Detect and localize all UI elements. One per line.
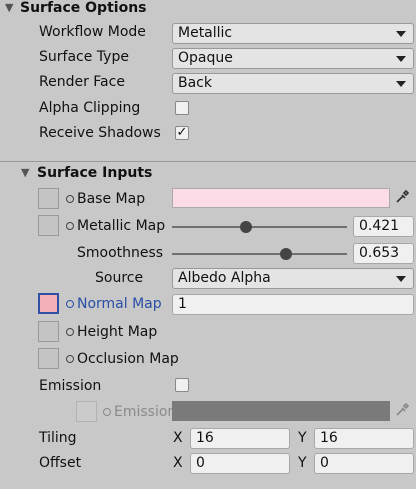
eyedropper-icon[interactable] xyxy=(394,189,410,209)
occlusion-map-texture-slot[interactable] xyxy=(38,348,59,369)
tiling-y-label: Y xyxy=(298,430,307,446)
chevron-down-icon xyxy=(396,31,406,37)
surface-options-header[interactable]: Surface Options xyxy=(20,0,147,16)
emission-map-texture-slot xyxy=(76,401,97,422)
metallic-slider-thumb[interactable] xyxy=(239,221,252,233)
emission-color-field xyxy=(172,401,390,421)
base-map-label: Base Map xyxy=(77,191,146,207)
texture-picker-icon[interactable] xyxy=(66,300,74,308)
checkmark-icon: ✓ xyxy=(176,125,188,140)
height-map-label: Height Map xyxy=(77,324,158,340)
workflow-mode-label: Workflow Mode xyxy=(39,24,146,40)
chevron-down-icon xyxy=(396,56,406,62)
texture-picker-icon[interactable] xyxy=(66,328,74,336)
surface-options-foldout-icon[interactable]: ▼ xyxy=(5,1,13,14)
alpha-clipping-checkbox[interactable] xyxy=(175,101,189,115)
render-face-dropdown[interactable]: Back xyxy=(172,73,414,94)
surface-inputs-foldout-icon[interactable]: ▼ xyxy=(21,166,29,179)
surface-inputs-header[interactable]: Surface Inputs xyxy=(37,165,152,181)
render-face-value: Back xyxy=(178,75,212,91)
tiling-label: Tiling xyxy=(39,430,77,446)
tiling-y-field[interactable]: 16 xyxy=(314,428,414,449)
eyedropper-icon xyxy=(394,402,410,422)
offset-x-label: X xyxy=(173,455,183,471)
normal-map-texture-slot[interactable] xyxy=(38,293,59,314)
receive-shadows-checkbox[interactable]: ✓ xyxy=(175,126,189,140)
offset-y-field[interactable]: 0 xyxy=(314,453,414,474)
metallic-value-field[interactable]: 0.421 xyxy=(353,216,414,237)
offset-label: Offset xyxy=(39,455,82,471)
render-face-label: Render Face xyxy=(39,74,125,90)
emission-checkbox[interactable] xyxy=(175,378,189,392)
smoothness-label: Smoothness xyxy=(77,245,164,261)
occlusion-map-label: Occlusion Map xyxy=(77,351,179,367)
surface-type-label: Surface Type xyxy=(39,49,129,65)
texture-picker-icon[interactable] xyxy=(66,355,74,363)
surface-type-value: Opaque xyxy=(178,50,233,66)
surface-type-dropdown[interactable]: Opaque xyxy=(172,48,414,69)
normal-map-label: Normal Map xyxy=(77,296,162,312)
tiling-x-label: X xyxy=(173,430,183,446)
offset-x-field[interactable]: 0 xyxy=(190,453,290,474)
receive-shadows-label: Receive Shadows xyxy=(39,125,161,141)
emission-map-label: Emission Map xyxy=(114,404,172,420)
metallic-map-texture-slot[interactable] xyxy=(38,215,59,236)
tiling-x-field[interactable]: 16 xyxy=(190,428,290,449)
smoothness-slider-track[interactable] xyxy=(172,253,347,255)
base-map-color-field[interactable] xyxy=(172,188,390,208)
normal-map-scale-field[interactable]: 1 xyxy=(172,294,414,315)
workflow-mode-dropdown[interactable]: Metallic xyxy=(172,23,414,44)
texture-picker-icon xyxy=(103,408,111,416)
base-map-texture-slot[interactable] xyxy=(38,188,59,209)
source-dropdown[interactable]: Albedo Alpha xyxy=(172,268,414,289)
height-map-texture-slot[interactable] xyxy=(38,321,59,342)
source-value: Albedo Alpha xyxy=(178,270,271,286)
offset-y-label: Y xyxy=(298,455,307,471)
alpha-clipping-label: Alpha Clipping xyxy=(39,100,141,116)
metallic-map-label: Metallic Map xyxy=(77,218,166,234)
texture-picker-icon[interactable] xyxy=(66,195,74,203)
metallic-slider-track[interactable] xyxy=(172,226,347,228)
texture-picker-icon[interactable] xyxy=(66,222,74,230)
source-label: Source xyxy=(95,270,144,286)
section-divider xyxy=(0,161,416,162)
workflow-mode-value: Metallic xyxy=(178,25,233,41)
smoothness-value-field[interactable]: 0.653 xyxy=(353,243,414,264)
emission-label: Emission xyxy=(39,378,102,394)
chevron-down-icon xyxy=(396,81,406,87)
smoothness-slider-thumb[interactable] xyxy=(280,248,293,260)
chevron-down-icon xyxy=(396,276,406,282)
